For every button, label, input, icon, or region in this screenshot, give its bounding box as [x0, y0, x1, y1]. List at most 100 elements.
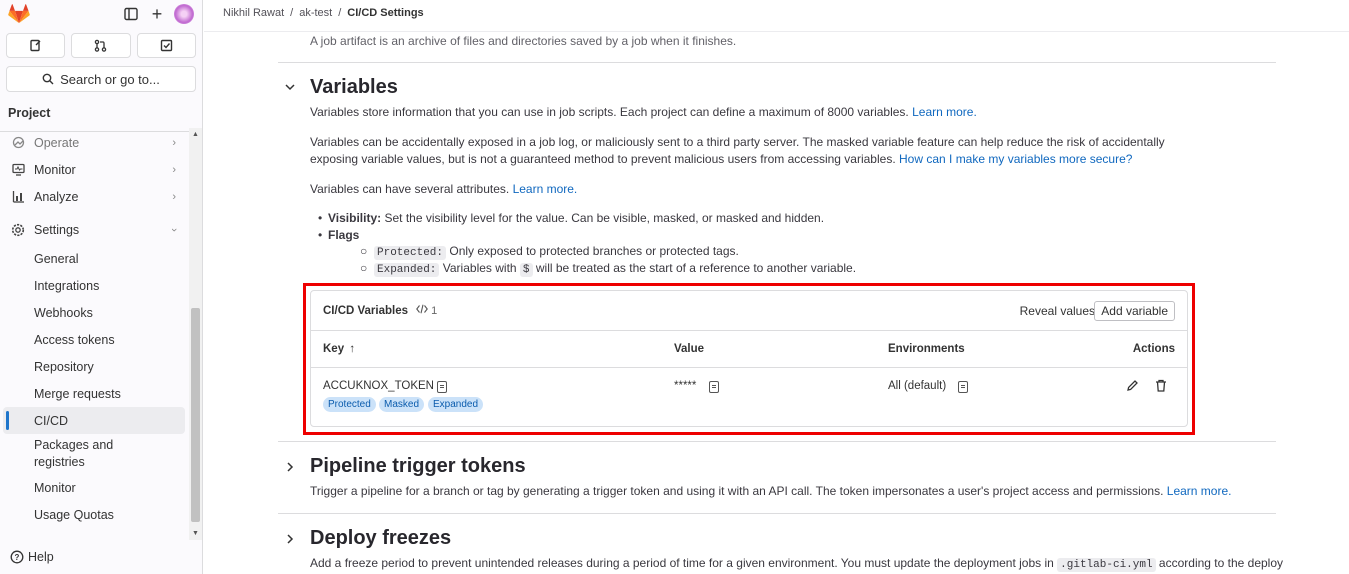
header-key-label: Key — [323, 343, 345, 355]
sidebar-item-general[interactable]: General — [0, 245, 188, 272]
variables-warning-line2: exposing variable values, but is not a g… — [310, 152, 896, 166]
header-actions: Actions — [1132, 343, 1175, 355]
header-key[interactable]: Key ↑ — [323, 343, 355, 355]
pipeline-title[interactable]: Pipeline trigger tokens — [310, 455, 526, 478]
breadcrumb-current: CI/CD Settings — [347, 7, 424, 19]
sidebar-item-label: Analyze — [34, 189, 79, 204]
protected-text: Only exposed to protected branches or pr… — [449, 244, 739, 258]
gitlab-logo-icon[interactable] — [8, 4, 30, 24]
expanded-text: Variables with — [442, 261, 517, 275]
header-environments: Environments — [888, 343, 965, 355]
todo-icon — [160, 39, 173, 52]
table-row: ACCUKNOX_TOKEN Protected Masked Expanded… — [311, 368, 1187, 425]
svg-text:?: ? — [15, 553, 20, 562]
breadcrumb-separator: / — [290, 7, 294, 19]
merge-request-icon — [95, 39, 107, 52]
secure-variables-link[interactable]: How can I make my variables more secure? — [899, 152, 1132, 166]
sidebar-item-access-tokens[interactable]: Access tokens — [0, 326, 188, 353]
pipeline-description: Trigger a pipeline for a branch or tag b… — [310, 483, 1270, 500]
pipeline-learn-more-link[interactable]: Learn more. — [1167, 484, 1232, 498]
visibility-label: Visibility: — [328, 211, 382, 225]
todo-button[interactable] — [136, 33, 196, 58]
chevron-down-icon[interactable] — [284, 80, 296, 96]
chevron-right-icon[interactable] — [284, 460, 296, 476]
variables-attrs-text: Variables can have several attributes. — [310, 182, 510, 196]
sidebar-item-cicd[interactable]: CI/CD — [3, 407, 185, 434]
sidebar-item-label: Monitor — [34, 162, 76, 177]
edit-variable-button[interactable] — [1126, 379, 1139, 395]
sidebar-item-label: Settings — [34, 222, 80, 237]
artifact-description: A job artifact is an archive of files an… — [310, 34, 737, 48]
scrollbar-thumb[interactable] — [191, 308, 200, 522]
bullet-dot: • — [318, 211, 323, 225]
issues-button[interactable] — [6, 33, 66, 58]
protected-badge: Protected — [323, 397, 376, 412]
sidebar-item-merge-requests[interactable]: Merge requests — [0, 380, 188, 407]
copy-key-icon[interactable] — [437, 381, 447, 393]
help-label: Help — [28, 550, 54, 564]
table-header: Key ↑ Value Environments Actions — [311, 331, 1187, 368]
breadcrumb-user[interactable]: Nikhil Rawat — [223, 7, 284, 19]
issues-icon — [30, 39, 41, 52]
add-variable-button[interactable]: Add variable — [1094, 301, 1175, 321]
analyze-icon — [10, 190, 26, 203]
sort-arrow-icon: ↑ — [349, 343, 356, 355]
masked-badge: Masked — [379, 397, 425, 412]
flags-label: Flags — [328, 228, 360, 242]
variables-warning-line1: Variables can be accidentally exposed in… — [310, 135, 1165, 149]
copy-environment-icon[interactable] — [958, 381, 968, 393]
monitor-icon — [10, 163, 26, 176]
deploy-freezes-title[interactable]: Deploy freezes — [310, 527, 451, 550]
sidebar-item-monitor[interactable]: Monitor › — [0, 156, 188, 183]
pipeline-text: Trigger a pipeline for a branch or tag b… — [310, 484, 1164, 498]
delete-variable-button[interactable] — [1155, 379, 1167, 395]
sidebar-item-monitor-settings[interactable]: Monitor — [0, 474, 188, 501]
sidebar-scrollbar[interactable]: ▲ ▼ — [189, 128, 202, 540]
sidebar-toggle-icon[interactable] — [122, 5, 140, 23]
search-button[interactable]: Search or go to... — [6, 66, 196, 92]
variables-learn-more-link[interactable]: Learn more. — [912, 105, 977, 119]
code-icon — [416, 304, 428, 314]
breadcrumb-separator: / — [338, 7, 342, 19]
visibility-text: Set the visibility level for the value. … — [384, 211, 825, 225]
deploy-text-2: according to the deploy — [1158, 556, 1284, 570]
sidebar-item-webhooks[interactable]: Webhooks — [0, 299, 188, 326]
sidebar-nav: Operate › Monitor › Analyze › Settings ›… — [0, 129, 188, 528]
chevron-right-icon[interactable] — [284, 532, 296, 548]
header-value: Value — [674, 343, 705, 355]
sidebar: + Search or go to... Project Operate › M… — [0, 0, 203, 574]
variables-intro-text: Variables store information that you can… — [310, 105, 909, 119]
scroll-down-icon[interactable]: ▼ — [192, 530, 199, 537]
sidebar-item-packages[interactable]: Packages and registries — [0, 434, 188, 474]
sidebar-item-integrations[interactable]: Integrations — [0, 272, 188, 299]
help-button[interactable]: ? Help — [10, 550, 54, 564]
dollar-code: $ — [519, 263, 533, 277]
sidebar-item-repository[interactable]: Repository — [0, 353, 188, 380]
flags-bullet: • Flags — [318, 228, 360, 242]
sidebar-section-title: Project — [8, 106, 51, 120]
settings-icon — [10, 223, 26, 237]
card-header: CI/CD Variables 1 Reveal values Add vari… — [311, 291, 1187, 331]
protected-flag: ○ Protected: Only exposed to protected b… — [360, 244, 739, 260]
avatar[interactable] — [174, 4, 194, 24]
merge-requests-button[interactable] — [71, 33, 131, 58]
scroll-up-icon[interactable]: ▲ — [192, 131, 199, 138]
copy-value-icon[interactable] — [709, 381, 719, 393]
header-divider — [204, 31, 1349, 32]
sidebar-item-analyze[interactable]: Analyze › — [0, 183, 188, 210]
pencil-icon — [1127, 380, 1138, 391]
sidebar-item-operate[interactable]: Operate › — [0, 129, 188, 156]
attrs-learn-more-link[interactable]: Learn more. — [513, 182, 578, 196]
cicd-variables-card: CI/CD Variables 1 Reveal values Add vari… — [310, 290, 1188, 427]
reveal-values-toggle[interactable]: Reveal values — [1020, 304, 1095, 318]
plus-icon[interactable]: + — [148, 4, 166, 24]
variables-title[interactable]: Variables — [310, 76, 398, 99]
sidebar-item-settings[interactable]: Settings › — [0, 216, 188, 243]
deploy-text: Add a freeze period to prevent unintende… — [310, 556, 1054, 570]
visibility-bullet: • Visibility: Set the visibility level f… — [318, 211, 825, 225]
breadcrumb-project[interactable]: ak-test — [299, 7, 332, 19]
bullet-dot: • — [318, 228, 323, 242]
sidebar-item-usage-quotas[interactable]: Usage Quotas — [0, 501, 188, 528]
section-divider — [278, 513, 1276, 514]
card-title: CI/CD Variables — [323, 304, 409, 317]
